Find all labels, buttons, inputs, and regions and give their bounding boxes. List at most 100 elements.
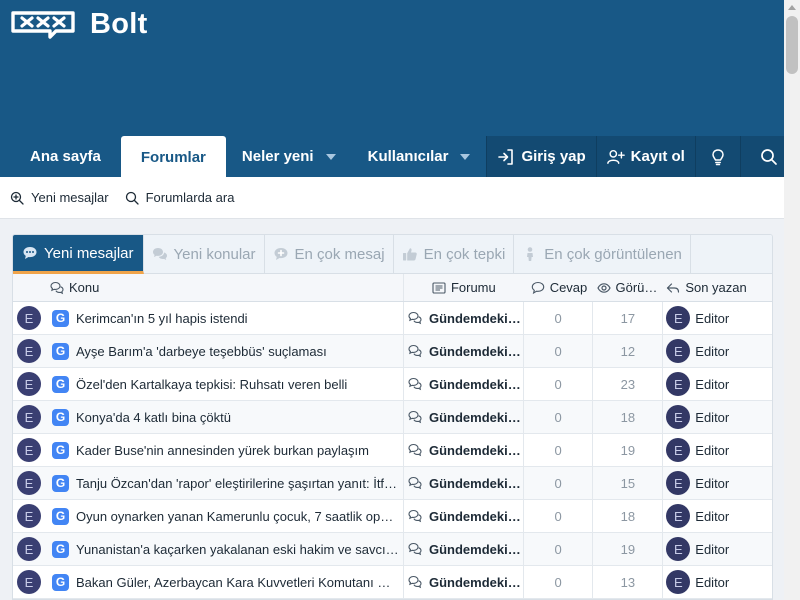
last-poster-cell[interactable]: E Editor (662, 467, 772, 499)
last-poster-cell[interactable]: E Editor (662, 500, 772, 532)
avatar[interactable]: E (666, 339, 691, 363)
chat-bubbles-outline-icon (408, 443, 422, 457)
thread-forum-cell[interactable]: Gündemdeki … (402, 467, 523, 499)
register-button[interactable]: Kayıt ol (595, 136, 695, 177)
chevron-down-icon[interactable] (460, 153, 471, 160)
last-poster-cell[interactable]: E Editor (662, 368, 772, 400)
google-news-icon: G (52, 408, 69, 426)
chat-bubbles-outline-icon (408, 344, 422, 358)
thread-forum-cell[interactable]: Gündemdeki … (402, 434, 523, 466)
nav-tab-forums[interactable]: Forumlar (120, 136, 226, 178)
column-header-last-poster[interactable]: Son yazan (662, 274, 772, 301)
thread-title[interactable]: Bakan Güler, Azerbaycan Kara Kuvvetleri … (76, 575, 403, 590)
page-scrollbar[interactable] (784, 0, 800, 600)
thread-row[interactable]: E G Tanju Özcan'dan 'rapor' eleştirileri… (13, 467, 772, 500)
thread-row[interactable]: E G Kader Buse'nin annesinden yürek burk… (13, 434, 772, 467)
thread-title[interactable]: Özel'den Kartalkaya tepkisi: Ruhsatı ver… (76, 377, 403, 392)
thread-title[interactable]: Tanju Özcan'dan 'rapor' eleştirilerine ş… (76, 476, 403, 491)
thread-row[interactable]: E G Kerimcan'ın 5 yıl hapis istendi Günd… (13, 302, 772, 335)
search-forums-link[interactable]: Forumlarda ara (125, 190, 234, 205)
avatar[interactable]: E (17, 372, 41, 396)
last-poster-name[interactable]: Editor (695, 410, 729, 425)
tab-most-viewed[interactable]: En çok görüntülenen (514, 235, 691, 273)
avatar[interactable]: E (17, 405, 41, 429)
last-poster-name[interactable]: Editor (695, 476, 729, 491)
avatar[interactable]: E (666, 306, 691, 330)
nav-tab-members[interactable]: Kullanıcılar (352, 136, 487, 177)
thread-forum-cell[interactable]: Gündemdeki … (402, 401, 523, 433)
thread-row[interactable]: E G Yunanistan'a kaçarken yakalanan eski… (13, 533, 772, 566)
thread-title[interactable]: Kerimcan'ın 5 yıl hapis istendi (76, 311, 403, 326)
avatar[interactable]: E (17, 471, 41, 495)
scroll-up-arrow-icon[interactable] (784, 0, 800, 14)
tab-new-threads[interactable]: Yeni konular (144, 235, 265, 273)
avatar[interactable]: E (17, 438, 41, 462)
last-poster-name[interactable]: Editor (695, 377, 729, 392)
nav-tab-label: Forumlar (140, 148, 206, 166)
thread-forum-cell[interactable]: Gündemdeki … (402, 500, 523, 532)
login-button[interactable]: Giriş yap (486, 136, 595, 177)
thread-row[interactable]: E G Konya'da 4 katlı bina çöktü Gündemde… (13, 401, 772, 434)
avatar[interactable]: E (666, 438, 691, 462)
avatar[interactable]: E (666, 504, 691, 528)
thread-forum-cell[interactable]: Gündemdeki … (402, 533, 523, 565)
column-header-forum[interactable]: Forumu (402, 274, 523, 301)
tab-new-posts[interactable]: Yeni mesajlar (13, 235, 144, 274)
site-logo[interactable]: Bolt (10, 8, 148, 41)
avatar[interactable]: E (666, 537, 691, 561)
forum-name: Gündemdeki … (428, 442, 523, 458)
last-poster-name[interactable]: Editor (695, 311, 729, 326)
avatar[interactable]: E (666, 405, 691, 429)
nav-tab-label: Ana sayfa (30, 148, 101, 165)
column-header-replies[interactable]: Cevap (523, 274, 593, 301)
column-header-views[interactable]: Görü… (593, 274, 663, 301)
last-poster-cell[interactable]: E Editor (662, 566, 772, 598)
avatar[interactable]: E (17, 537, 41, 561)
thread-topic-cell: E G Bakan Güler, Azerbaycan Kara Kuvvetl… (13, 566, 403, 598)
thread-row[interactable]: E G Bakan Güler, Azerbaycan Kara Kuvvetl… (13, 566, 772, 599)
nav-tab-home[interactable]: Ana sayfa (0, 136, 121, 177)
avatar[interactable]: E (17, 504, 41, 528)
thread-forum-cell[interactable]: Gündemdeki … (402, 368, 523, 400)
thread-row[interactable]: E G Özel'den Kartalkaya tepkisi: Ruhsatı… (13, 368, 772, 401)
thread-title[interactable]: Kader Buse'nin annesinden yürek burkan p… (76, 443, 403, 458)
last-poster-name[interactable]: Editor (695, 542, 729, 557)
last-poster-cell[interactable]: E Editor (662, 302, 772, 334)
thread-title[interactable]: Yunanistan'a kaçarken yakalanan eski hak… (76, 542, 403, 557)
chevron-down-icon[interactable] (325, 153, 336, 160)
avatar[interactable]: E (666, 372, 691, 396)
chat-bubbles-outline-icon (408, 575, 422, 589)
theme-toggle-button[interactable] (694, 136, 740, 177)
last-poster-name[interactable]: Editor (695, 443, 729, 458)
last-poster-name[interactable]: Editor (695, 575, 729, 590)
new-posts-link[interactable]: Yeni mesajlar (10, 190, 109, 205)
avatar[interactable]: E (666, 570, 691, 594)
last-poster-name[interactable]: Editor (695, 344, 729, 359)
thread-row[interactable]: E G Oyun oynarken yanan Kamerunlu çocuk,… (13, 500, 772, 533)
thread-title[interactable]: Konya'da 4 katlı bina çöktü (76, 410, 403, 425)
message-plus-icon (274, 248, 288, 260)
thread-forum-cell[interactable]: Gündemdeki … (402, 335, 523, 367)
forum-name: Gündemdeki … (428, 343, 523, 359)
avatar[interactable]: E (666, 471, 691, 495)
avatar[interactable]: E (17, 339, 41, 363)
scrollbar-thumb[interactable] (786, 16, 798, 74)
tab-label: En çok görüntülenen (544, 245, 682, 263)
last-poster-name[interactable]: Editor (695, 509, 729, 524)
nav-tab-whats-new[interactable]: Neler yeni (226, 136, 352, 177)
chat-bubble-icon (23, 247, 37, 259)
last-poster-cell[interactable]: E Editor (662, 533, 772, 565)
avatar[interactable]: E (17, 570, 41, 594)
thread-row[interactable]: E G Ayşe Barım'a 'darbeye teşebbüs' suçl… (13, 335, 772, 368)
last-poster-cell[interactable]: E Editor (662, 335, 772, 367)
thread-title[interactable]: Ayşe Barım'a 'darbeye teşebbüs' suçlamas… (76, 344, 403, 359)
tab-most-messages[interactable]: En çok mesaj (265, 235, 394, 273)
column-header-topic[interactable]: Konu (13, 274, 403, 301)
last-poster-cell[interactable]: E Editor (662, 434, 772, 466)
thread-forum-cell[interactable]: Gündemdeki … (402, 566, 523, 598)
last-poster-cell[interactable]: E Editor (662, 401, 772, 433)
avatar[interactable]: E (17, 306, 41, 330)
tab-most-reactions[interactable]: En çok tepki (394, 235, 515, 273)
thread-title[interactable]: Oyun oynarken yanan Kamerunlu çocuk, 7 s… (76, 509, 403, 524)
thread-forum-cell[interactable]: Gündemdeki … (402, 302, 523, 334)
